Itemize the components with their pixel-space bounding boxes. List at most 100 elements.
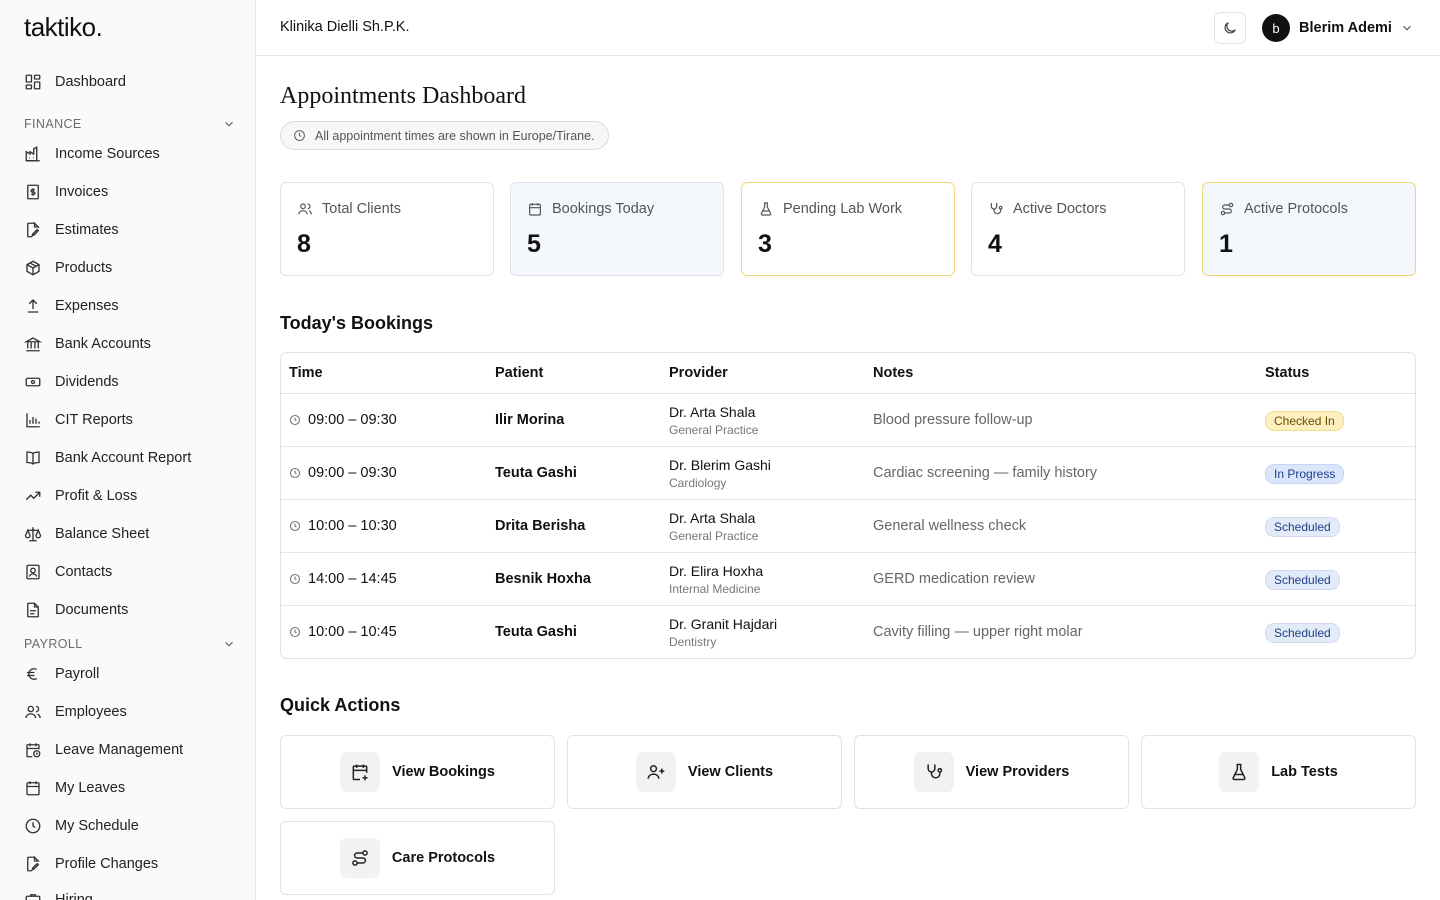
booking-specialty: Cardiology [669, 476, 727, 490]
table-row[interactable]: 09:00 – 09:30 Teuta Gashi Dr. Blerim Gas… [281, 447, 1415, 500]
quick-action-lab-tests[interactable]: Lab Tests [1141, 735, 1416, 809]
stethoscope-icon [913, 752, 954, 792]
sidebar-item-label: Estimates [55, 222, 119, 238]
theme-toggle-button[interactable] [1214, 12, 1246, 44]
sidebar-item-payroll[interactable]: Payroll [24, 660, 234, 688]
banknote-icon [24, 373, 42, 391]
user-name: Blerim Ademi [1299, 20, 1392, 36]
avatar: b [1262, 14, 1290, 42]
users-icon [297, 201, 322, 217]
sidebar-item-label: Products [55, 260, 113, 276]
package-icon [24, 259, 42, 277]
stat-label: Pending Lab Work [783, 201, 903, 217]
booking-patient: Besnik Hoxha [495, 571, 591, 587]
sidebar-item-dividends[interactable]: Dividends [24, 368, 234, 396]
stat-card-active-protocols[interactable]: Active Protocols 1 [1202, 182, 1416, 276]
booking-specialty: Internal Medicine [669, 582, 761, 596]
clock-icon [289, 520, 308, 532]
sidebar-item-estimates[interactable]: Estimates [24, 216, 234, 244]
stat-card-active-doctors[interactable]: Active Doctors 4 [971, 182, 1185, 276]
status-badge: In Progress [1265, 464, 1345, 484]
table-row[interactable]: 10:00 – 10:45 Teuta Gashi Dr. Granit Haj… [281, 606, 1415, 658]
sidebar-item-label: Expenses [55, 298, 119, 314]
sidebar-item-label: Documents [55, 602, 129, 618]
route-icon [339, 838, 380, 878]
clock-icon [289, 414, 308, 426]
payroll-section-toggle[interactable]: PAYROLL [24, 634, 236, 654]
stat-card-total-clients[interactable]: Total Clients 8 [280, 182, 494, 276]
file-text-icon [24, 601, 42, 619]
booking-notes: Blood pressure follow-up [873, 412, 1033, 428]
column-header-time: Time [289, 365, 323, 381]
sidebar-item-bank-account-report[interactable]: Bank Account Report [24, 444, 234, 472]
sidebar-item-hiring[interactable]: Hiring [24, 886, 234, 900]
sidebar-item-label: Hiring [55, 892, 93, 900]
quick-action-view-bookings[interactable]: View Bookings [280, 735, 555, 809]
booking-patient: Drita Berisha [495, 518, 586, 534]
booking-provider: Dr. Arta Shala [669, 510, 756, 526]
top-header: Klinika Dielli Sh.P.K. b Blerim Ademi [256, 0, 1440, 56]
sidebar-item-profile-changes[interactable]: Profile Changes [24, 850, 234, 878]
booking-notes: Cavity filling — upper right molar [873, 624, 1083, 640]
quick-action-care-protocols[interactable]: Care Protocols [280, 821, 555, 895]
sidebar-item-my-leaves[interactable]: My Leaves [24, 774, 234, 802]
dashboard-icon [24, 73, 42, 91]
sidebar-item-label: Profit & Loss [55, 488, 138, 504]
clock-icon [24, 817, 42, 835]
sidebar-item-label: My Schedule [55, 818, 139, 834]
sidebar-item-bank-accounts[interactable]: Bank Accounts [24, 330, 234, 358]
sidebar-item-contacts[interactable]: Contacts [24, 558, 234, 586]
sidebar-item-cit-reports[interactable]: CIT Reports [24, 406, 234, 434]
timezone-note: All appointment times are shown in Europ… [280, 121, 609, 150]
sidebar-item-balance-sheet[interactable]: Balance Sheet [24, 520, 234, 548]
booking-specialty: Dentistry [669, 635, 717, 649]
sidebar-item-income-sources[interactable]: Income Sources [24, 140, 234, 168]
booking-provider: Dr. Elira Hoxha [669, 563, 764, 579]
chevron-down-icon [1400, 21, 1414, 35]
sidebar-item-products[interactable]: Products [24, 254, 234, 282]
route-icon [1219, 201, 1244, 217]
euro-icon [24, 665, 42, 683]
factory-icon [24, 145, 42, 163]
finance-section-toggle[interactable]: FINANCE [24, 114, 236, 134]
sidebar-item-documents[interactable]: Documents [24, 596, 234, 624]
stat-value: 1 [1219, 230, 1233, 258]
stat-label: Total Clients [322, 201, 401, 217]
page-title: Appointments Dashboard [280, 83, 526, 109]
status-badge: Checked In [1265, 411, 1344, 431]
sidebar-item-profit-loss[interactable]: Profit & Loss [24, 482, 234, 510]
upload-icon [24, 297, 42, 315]
sidebar-item-employees[interactable]: Employees [24, 698, 234, 726]
table-header: Time Patient Provider Notes Status [281, 353, 1415, 394]
bar-chart-icon [24, 411, 42, 429]
sidebar-item-label: Profile Changes [55, 856, 159, 872]
sidebar-item-invoices[interactable]: Invoices [24, 178, 234, 206]
quick-action-label: Care Protocols [391, 850, 496, 866]
sidebar-item-label: Bank Accounts [55, 336, 151, 352]
booking-time: 09:00 – 09:30 [308, 412, 397, 428]
app-logo[interactable]: taktiko. [24, 12, 103, 43]
quick-action-view-clients[interactable]: View Clients [567, 735, 842, 809]
sidebar-item-leave-management[interactable]: Leave Management [24, 736, 234, 764]
booking-notes: General wellness check [873, 518, 1027, 534]
user-menu[interactable]: b Blerim Ademi [1262, 13, 1414, 43]
table-row[interactable]: 09:00 – 09:30 Ilir Morina Dr. Arta Shala… [281, 394, 1415, 447]
stat-card-bookings-today[interactable]: Bookings Today 5 [510, 182, 724, 276]
stethoscope-icon [988, 201, 1013, 217]
sidebar-item-label: My Leaves [55, 780, 126, 796]
stat-label: Active Protocols [1244, 201, 1348, 217]
sidebar-item-label: Contacts [55, 564, 113, 580]
sidebar-item-my-schedule[interactable]: My Schedule [24, 812, 234, 840]
stat-card-pending-lab-work[interactable]: Pending Lab Work 3 [741, 182, 955, 276]
stat-value: 4 [988, 230, 1002, 258]
booking-provider: Dr. Arta Shala [669, 404, 756, 420]
invoice-icon [24, 183, 42, 201]
table-row[interactable]: 10:00 – 10:30 Drita Berisha Dr. Arta Sha… [281, 500, 1415, 553]
chevron-down-icon [222, 637, 236, 651]
table-row[interactable]: 14:00 – 14:45 Besnik Hoxha Dr. Elira Hox… [281, 553, 1415, 606]
quick-action-view-providers[interactable]: View Providers [854, 735, 1129, 809]
book-open-icon [24, 449, 42, 467]
sidebar-item-expenses[interactable]: Expenses [24, 292, 234, 320]
sidebar-item-label: Bank Account Report [55, 450, 192, 466]
sidebar-item-dashboard[interactable]: Dashboard [24, 68, 234, 96]
